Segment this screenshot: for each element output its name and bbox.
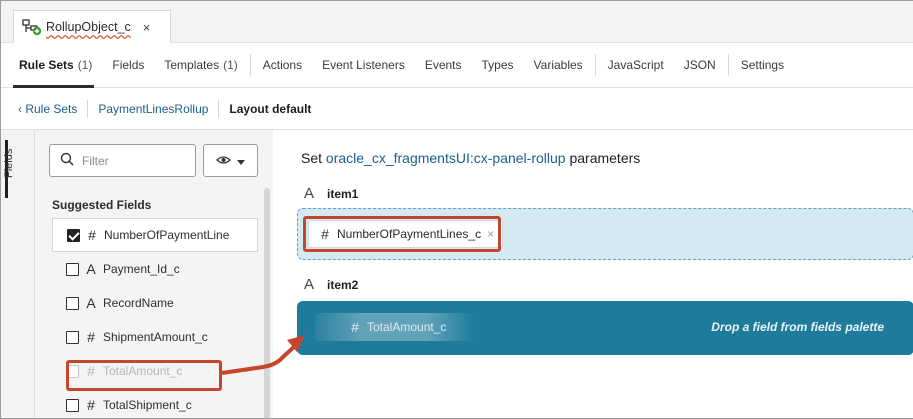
breadcrumb-ruleset[interactable]: PaymentLinesRollup [88,102,218,116]
parameter-label-item1: A item1 [301,185,358,202]
tab-fields[interactable]: Fields [102,43,154,88]
tab-label: Rule Sets [19,58,74,72]
search-icon [60,152,74,169]
ghost-label: TotalAmount_c [367,320,447,334]
text-type-icon: A [303,185,314,202]
checkbox[interactable] [66,398,79,412]
tab-rule-sets[interactable]: Rule Sets (1) [1,43,102,88]
checkbox[interactable] [66,262,79,276]
number-type-icon: # [351,319,359,335]
tab-divider [727,54,729,76]
breadcrumb-current: Layout default [229,101,312,116]
field-item[interactable]: # TotalShipment_c [52,388,258,418]
close-icon[interactable]: × [143,20,151,35]
tab-label: Event Listeners [322,58,405,72]
caret-down-icon [237,154,245,168]
parameter-name: item1 [327,186,359,201]
tab-variables[interactable]: Variables [524,43,593,88]
field-name: NumberOfPaymentLine [104,228,230,242]
field-item[interactable]: # ShipmentAmount_c [52,320,258,354]
file-tab[interactable]: RollupObject_c × [13,10,171,43]
checkbox[interactable] [66,296,79,310]
tab-count: (1) [223,58,238,72]
tab-label: Actions [262,58,303,72]
tab-settings[interactable]: Settings [731,43,794,88]
annotation-highlight-chip [303,216,501,252]
app-window: RollupObject_c × Rule Sets (1) Fields Tem… [0,0,913,419]
tab-label: Events [424,58,462,72]
text-type-icon: A [303,276,314,293]
breadcrumb-back-rule-sets[interactable]: ‹ Rule Sets [1,102,87,116]
file-tab-title: RollupObject_c [46,20,131,34]
visibility-menu-button[interactable] [203,144,258,177]
field-name: ShipmentAmount_c [103,330,208,344]
number-type-icon: # [87,397,95,413]
tab-javascript[interactable]: JavaScript [598,43,674,88]
filter-input[interactable] [82,153,182,168]
tab-label: Types [481,58,514,72]
text-type-icon: A [86,261,96,277]
tab-event-listeners[interactable]: Event Listeners [312,43,415,88]
tab-actions[interactable]: Actions [253,43,312,88]
breadcrumb: ‹ Rule Sets PaymentLinesRollup Layout de… [1,88,913,130]
tab-label: Fields [112,58,145,72]
field-name: RecordName [103,296,174,310]
title-prefix: Set [301,150,326,166]
rail-tab-label: Fields [3,148,15,178]
tab-templates[interactable]: Templates (1) [154,43,247,88]
tab-label: Settings [740,58,785,72]
number-type-icon: # [87,329,95,345]
tab-label: Templates [164,58,220,72]
field-name: TotalShipment_c [103,398,192,412]
field-name: Payment_Id_c [103,262,180,276]
tab-label: JavaScript [607,58,664,72]
annotation-highlight-source [66,360,222,391]
eye-icon [216,154,231,168]
component-name: oracle_cx_fragmentsUI:cx-panel-rollup [325,150,566,166]
side-rail: Fields [1,130,35,418]
field-item[interactable]: A Payment_Id_c [52,252,258,286]
page-title: Set oracle_cx_fragmentsUI:cx-panel-rollu… [301,150,640,166]
tab-json[interactable]: JSON [674,43,726,88]
file-tab-bar: RollupObject_c × [1,1,913,43]
tab-label: JSON [683,58,716,72]
checkbox[interactable] [66,330,79,344]
parameter-drop-zone-item2[interactable]: # TotalAmount_c Drop a field from fields… [297,301,913,355]
tab-types[interactable]: Types [472,43,524,88]
field-item[interactable]: # NumberOfPaymentLine [52,218,258,252]
number-type-icon: # [88,227,96,243]
tab-divider [249,54,251,76]
field-item[interactable]: A RecordName [52,286,258,320]
parameter-name: item2 [327,277,359,292]
parameter-label-item2: A item2 [301,276,358,293]
tab-count: (1) [77,58,93,72]
text-type-icon: A [86,295,96,311]
drag-ghost: # TotalAmount_c [315,313,475,341]
tab-label: Variables [533,58,583,72]
layout-canvas: Set oracle_cx_fragmentsUI:cx-panel-rollu… [273,130,913,418]
editor-tabs: Rule Sets (1) Fields Templates (1) Actions… [1,43,913,88]
checkbox[interactable] [67,228,80,242]
drop-hint: Drop a field from fields palette [711,320,884,334]
tab-events[interactable]: Events [415,43,472,88]
section-heading: Suggested Fields [52,198,152,212]
title-suffix: parameters [565,150,641,166]
business-object-icon [22,18,42,36]
tab-divider [594,54,596,76]
filter-field[interactable] [49,144,196,177]
scrollbar[interactable] [264,188,270,418]
